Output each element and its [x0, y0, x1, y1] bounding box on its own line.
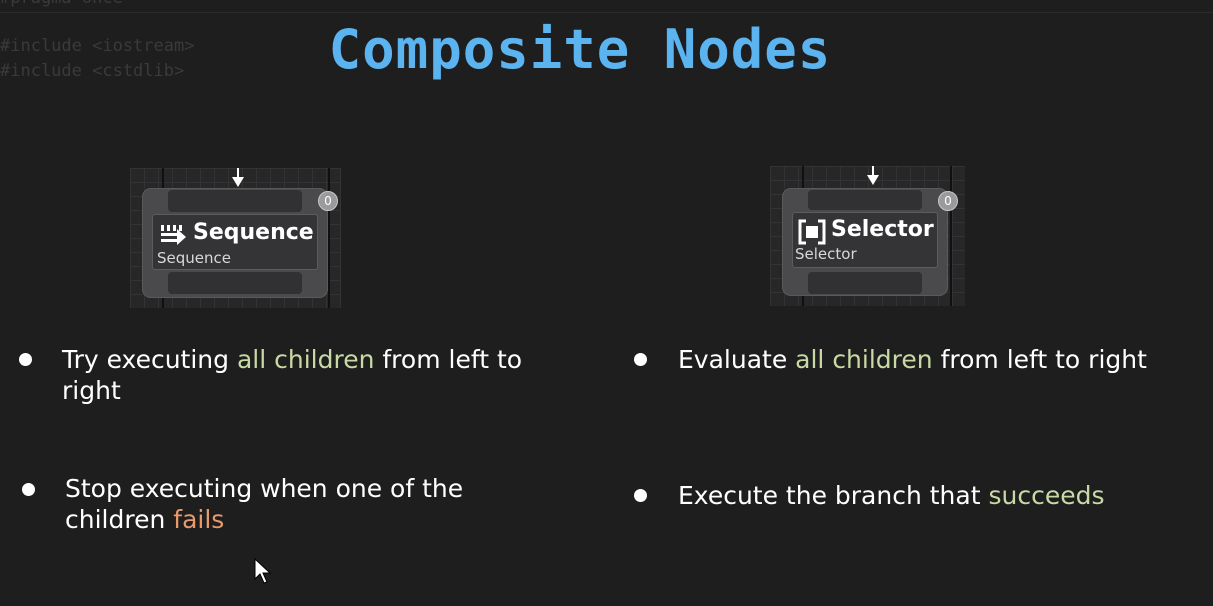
bullet-dot [22, 483, 35, 496]
highlight-text: all children [795, 345, 933, 374]
selector-bullet-2: Execute the branch that succeeds [678, 480, 1198, 511]
sequence-bullet-2: Stop executing when one of the children … [65, 473, 545, 535]
input-arrow-icon [867, 166, 879, 185]
selector-node-subtitle: Selector [795, 245, 857, 263]
sequence-node[interactable]: Sequence Sequence 0 [142, 188, 338, 298]
sequence-node-badge: 0 [318, 191, 338, 211]
output-slot [808, 272, 922, 294]
sequence-node-header: Sequence Sequence [152, 214, 318, 270]
bullet-text: from left to [374, 345, 523, 374]
graph-line [950, 166, 952, 306]
bullet-text: Try executing [62, 345, 237, 374]
selector-node-badge: 0 [938, 191, 958, 211]
bullet-text: Stop executing when one of the [65, 474, 464, 503]
selector-bracket-icon [798, 219, 826, 245]
selector-bullet-1: Evaluate all children from left to right [678, 344, 1198, 375]
selector-node-header: Selector Selector [792, 212, 938, 268]
sequence-node-title: Sequence [193, 220, 314, 245]
sequence-node-panel: Sequence Sequence 0 [130, 168, 341, 308]
highlight-text: fails [173, 505, 225, 534]
selector-node-title: Selector [831, 217, 934, 242]
page-title: Composite Nodes [328, 18, 832, 81]
divider [0, 12, 1213, 13]
input-arrow-icon [232, 168, 244, 187]
selector-node[interactable]: Selector Selector 0 [782, 188, 958, 296]
highlight-text: succeeds [988, 481, 1105, 510]
input-slot [168, 190, 302, 212]
bullet-text: children [65, 505, 174, 534]
sequence-arrows-icon [161, 225, 186, 245]
bullet-dot [634, 489, 647, 502]
bullet-text: Evaluate [678, 345, 796, 374]
sequence-node-subtitle: Sequence [157, 249, 231, 267]
bullet-text: from left to right [932, 345, 1147, 374]
graph-line [328, 168, 330, 308]
input-slot [808, 190, 922, 210]
output-slot [168, 272, 302, 294]
background-code-line: #pragma once [0, 0, 123, 8]
bullet-text: Execute the branch that [678, 481, 989, 510]
mouse-cursor-icon [254, 558, 272, 584]
sequence-bullet-1: Try executing all children from left to … [62, 344, 542, 406]
bullet-dot [634, 353, 647, 366]
bullet-text: right [62, 376, 121, 405]
selector-node-panel: Selector Selector 0 [770, 166, 965, 306]
bullet-dot [19, 353, 32, 366]
highlight-text: all children [236, 345, 375, 374]
